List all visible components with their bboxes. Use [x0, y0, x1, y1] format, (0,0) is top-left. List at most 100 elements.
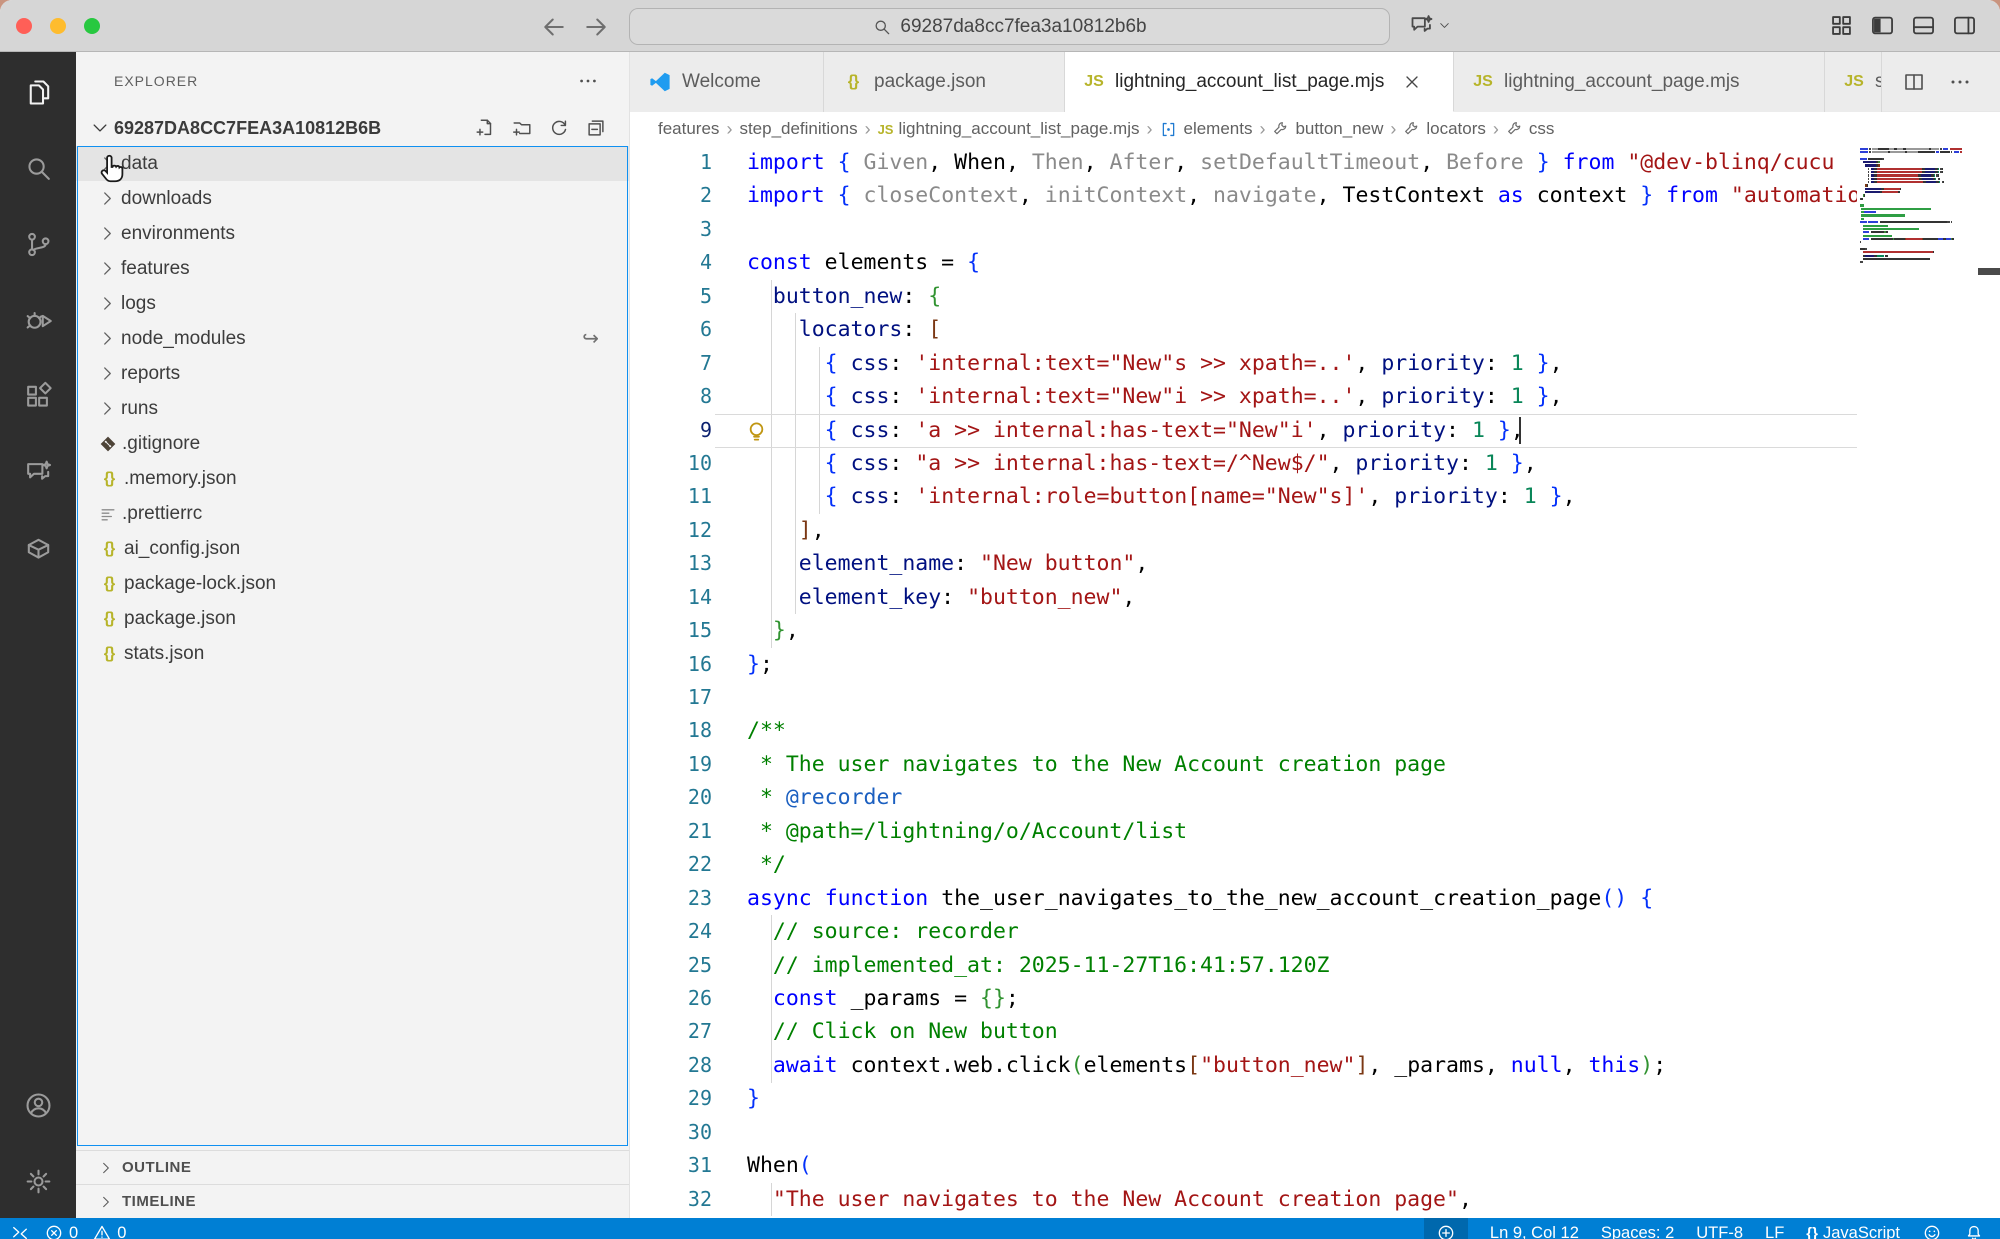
toggle-secondary-sidebar-icon[interactable] — [1951, 12, 1978, 39]
tree-root-folder[interactable]: 69287DA8CC7FEA3A10812B6B — [76, 110, 629, 146]
new-file-icon[interactable] — [474, 117, 496, 139]
tree-item-runs[interactable]: runs — [76, 391, 629, 426]
close-icon[interactable] — [1402, 72, 1422, 92]
code-line-9[interactable]: 9 { css: 'a >> internal:has-text="New"i'… — [630, 414, 2000, 447]
code-line-30[interactable]: 30 — [630, 1116, 2000, 1149]
forward-arrow-icon[interactable] — [581, 12, 611, 42]
code-line-19[interactable]: 19 * The user navigates to the New Accou… — [630, 748, 2000, 781]
status-screencast[interactable] — [1424, 1218, 1468, 1239]
tree-item-dot-memory.json[interactable]: {}.memory.json — [76, 461, 629, 496]
breadcrumb-item-locators[interactable]: locators — [1403, 119, 1486, 139]
activity-source-control[interactable] — [0, 206, 76, 282]
tree-item-package.json[interactable]: {}package.json — [76, 601, 629, 636]
outline-section-header[interactable]: OUTLINE — [76, 1150, 629, 1184]
code-line-24[interactable]: 24 // source: recorder — [630, 915, 2000, 948]
breadcrumb-item-lightning-account-list-page-mjs[interactable]: JSlightning_account_list_page.mjs — [878, 119, 1140, 139]
close-window-button[interactable] — [16, 18, 32, 34]
collapse-folders-icon[interactable] — [585, 117, 607, 139]
tree-item-environments[interactable]: environments — [76, 216, 629, 251]
code-line-29[interactable]: 29} — [630, 1082, 2000, 1115]
chat-dropdown-button[interactable] — [1408, 12, 1451, 39]
code-line-25[interactable]: 25 // implemented_at: 2025-11-27T16:41:5… — [630, 949, 2000, 982]
minimap[interactable] — [1857, 146, 2000, 1239]
code-line-10[interactable]: 10 { css: "a >> internal:has-text=/^New$… — [630, 447, 2000, 480]
activity-explorer[interactable] — [0, 54, 76, 130]
code-line-3[interactable]: 3 — [630, 213, 2000, 246]
code-line-6[interactable]: 6 locators: [ — [630, 313, 2000, 346]
code-line-13[interactable]: 13 element_name: "New button", — [630, 547, 2000, 580]
breadcrumb-item-features[interactable]: features — [658, 119, 719, 139]
breadcrumb-item-elements[interactable]: elements — [1159, 119, 1252, 139]
tree-item-node_modules[interactable]: node_modules↪ — [76, 321, 629, 356]
tab-se[interactable]: JSse — [1825, 52, 1882, 112]
breadcrumb-item-step-definitions[interactable]: step_definitions — [739, 119, 857, 139]
code-line-7[interactable]: 7 { css: 'internal:text="New"s >> xpath=… — [630, 347, 2000, 380]
code-line-11[interactable]: 11 { css: 'internal:role=button[name="Ne… — [630, 480, 2000, 513]
command-center-search[interactable]: 69287da8cc7fea3a10812b6b — [629, 8, 1390, 45]
tree-item-package-lock.json[interactable]: {}package-lock.json — [76, 566, 629, 601]
status-cursor-position[interactable]: Ln 9, Col 12 — [1490, 1224, 1579, 1239]
code-line-23[interactable]: 23async function the_user_navigates_to_t… — [630, 882, 2000, 915]
status-feedback[interactable] — [1922, 1223, 1942, 1239]
code-line-18[interactable]: 18/** — [630, 714, 2000, 747]
code-line-5[interactable]: 5 button_new: { — [630, 280, 2000, 313]
tree-item-data[interactable]: data — [76, 146, 629, 181]
more-actions-icon[interactable] — [577, 70, 599, 92]
toggle-panel-icon[interactable] — [1910, 12, 1937, 39]
code-line-28[interactable]: 28 await context.web.click(elements["but… — [630, 1049, 2000, 1082]
code-line-26[interactable]: 26 const _params = {}; — [630, 982, 2000, 1015]
activity-search[interactable] — [0, 130, 76, 206]
status-remote-indicator[interactable] — [10, 1223, 30, 1239]
code-line-21[interactable]: 21 * @path=/lightning/o/Account/list — [630, 815, 2000, 848]
tree-item-reports[interactable]: reports — [76, 356, 629, 391]
back-arrow-icon[interactable] — [539, 12, 569, 42]
zoom-window-button[interactable] — [84, 18, 100, 34]
tree-item-stats.json[interactable]: {}stats.json — [76, 636, 629, 671]
tree-item-dot-gitignore[interactable]: .gitignore — [76, 426, 629, 461]
code-line-4[interactable]: 4const elements = { — [630, 246, 2000, 279]
customize-layout-icon[interactable] — [1828, 12, 1855, 39]
breadcrumb-item-css[interactable]: css — [1506, 119, 1555, 139]
code-line-16[interactable]: 16}; — [630, 648, 2000, 681]
code-line-32[interactable]: 32 "The user navigates to the New Accoun… — [630, 1183, 2000, 1216]
code-line-22[interactable]: 22 */ — [630, 848, 2000, 881]
activity-extensions[interactable] — [0, 358, 76, 434]
status-encoding[interactable]: UTF-8 — [1696, 1224, 1743, 1239]
tab-lightning-account-page-mjs[interactable]: JSlightning_account_page.mjs — [1454, 52, 1825, 112]
code-line-14[interactable]: 14 element_key: "button_new", — [630, 581, 2000, 614]
timeline-section-header[interactable]: TIMELINE — [76, 1184, 629, 1218]
code-line-2[interactable]: 2import { closeContext, initContext, nav… — [630, 179, 2000, 212]
status-warnings[interactable]: 0 — [92, 1223, 126, 1239]
tree-item-dot-prettierrc[interactable]: .prettierrc — [76, 496, 629, 531]
activity-chat[interactable] — [0, 434, 76, 510]
tab-lightning-account-list-page-mjs[interactable]: JSlightning_account_list_page.mjs — [1065, 52, 1454, 112]
code-line-31[interactable]: 31When( — [630, 1149, 2000, 1182]
code-line-27[interactable]: 27 // Click on New button — [630, 1015, 2000, 1048]
code-line-8[interactable]: 8 { css: 'internal:text="New"i >> xpath=… — [630, 380, 2000, 413]
code-line-17[interactable]: 17 — [630, 681, 2000, 714]
tab-welcome[interactable]: Welcome — [630, 52, 824, 112]
minimize-window-button[interactable] — [50, 18, 66, 34]
status-notifications[interactable] — [1964, 1223, 1984, 1239]
more-actions-icon[interactable] — [1948, 70, 1972, 94]
toggle-primary-sidebar-icon[interactable] — [1869, 12, 1896, 39]
status-indentation[interactable]: Spaces: 2 — [1601, 1224, 1674, 1239]
code-line-12[interactable]: 12 ], — [630, 514, 2000, 547]
tree-item-features[interactable]: features — [76, 251, 629, 286]
new-folder-icon[interactable] — [511, 117, 533, 139]
code-line-1[interactable]: 1import { Given, When, Then, After, setD… — [630, 146, 2000, 179]
breadcrumb-item-button-new[interactable]: button_new — [1272, 119, 1383, 139]
tree-item-logs[interactable]: logs — [76, 286, 629, 321]
activity-accounts[interactable] — [0, 1067, 76, 1143]
activity-run-and-debug[interactable] — [0, 282, 76, 358]
tree-item-downloads[interactable]: downloads — [76, 181, 629, 216]
activity-containers[interactable] — [0, 510, 76, 586]
refresh-explorer-icon[interactable] — [548, 117, 570, 139]
activity-settings[interactable] — [0, 1143, 76, 1219]
tree-item-ai_config.json[interactable]: {}ai_config.json — [76, 531, 629, 566]
status-errors[interactable]: 0 — [44, 1223, 78, 1239]
tab-package-json[interactable]: {}package.json — [824, 52, 1065, 112]
status-language-mode[interactable]: {}JavaScript — [1806, 1224, 1900, 1239]
code-line-15[interactable]: 15 }, — [630, 614, 2000, 647]
status-eol[interactable]: LF — [1765, 1224, 1784, 1239]
